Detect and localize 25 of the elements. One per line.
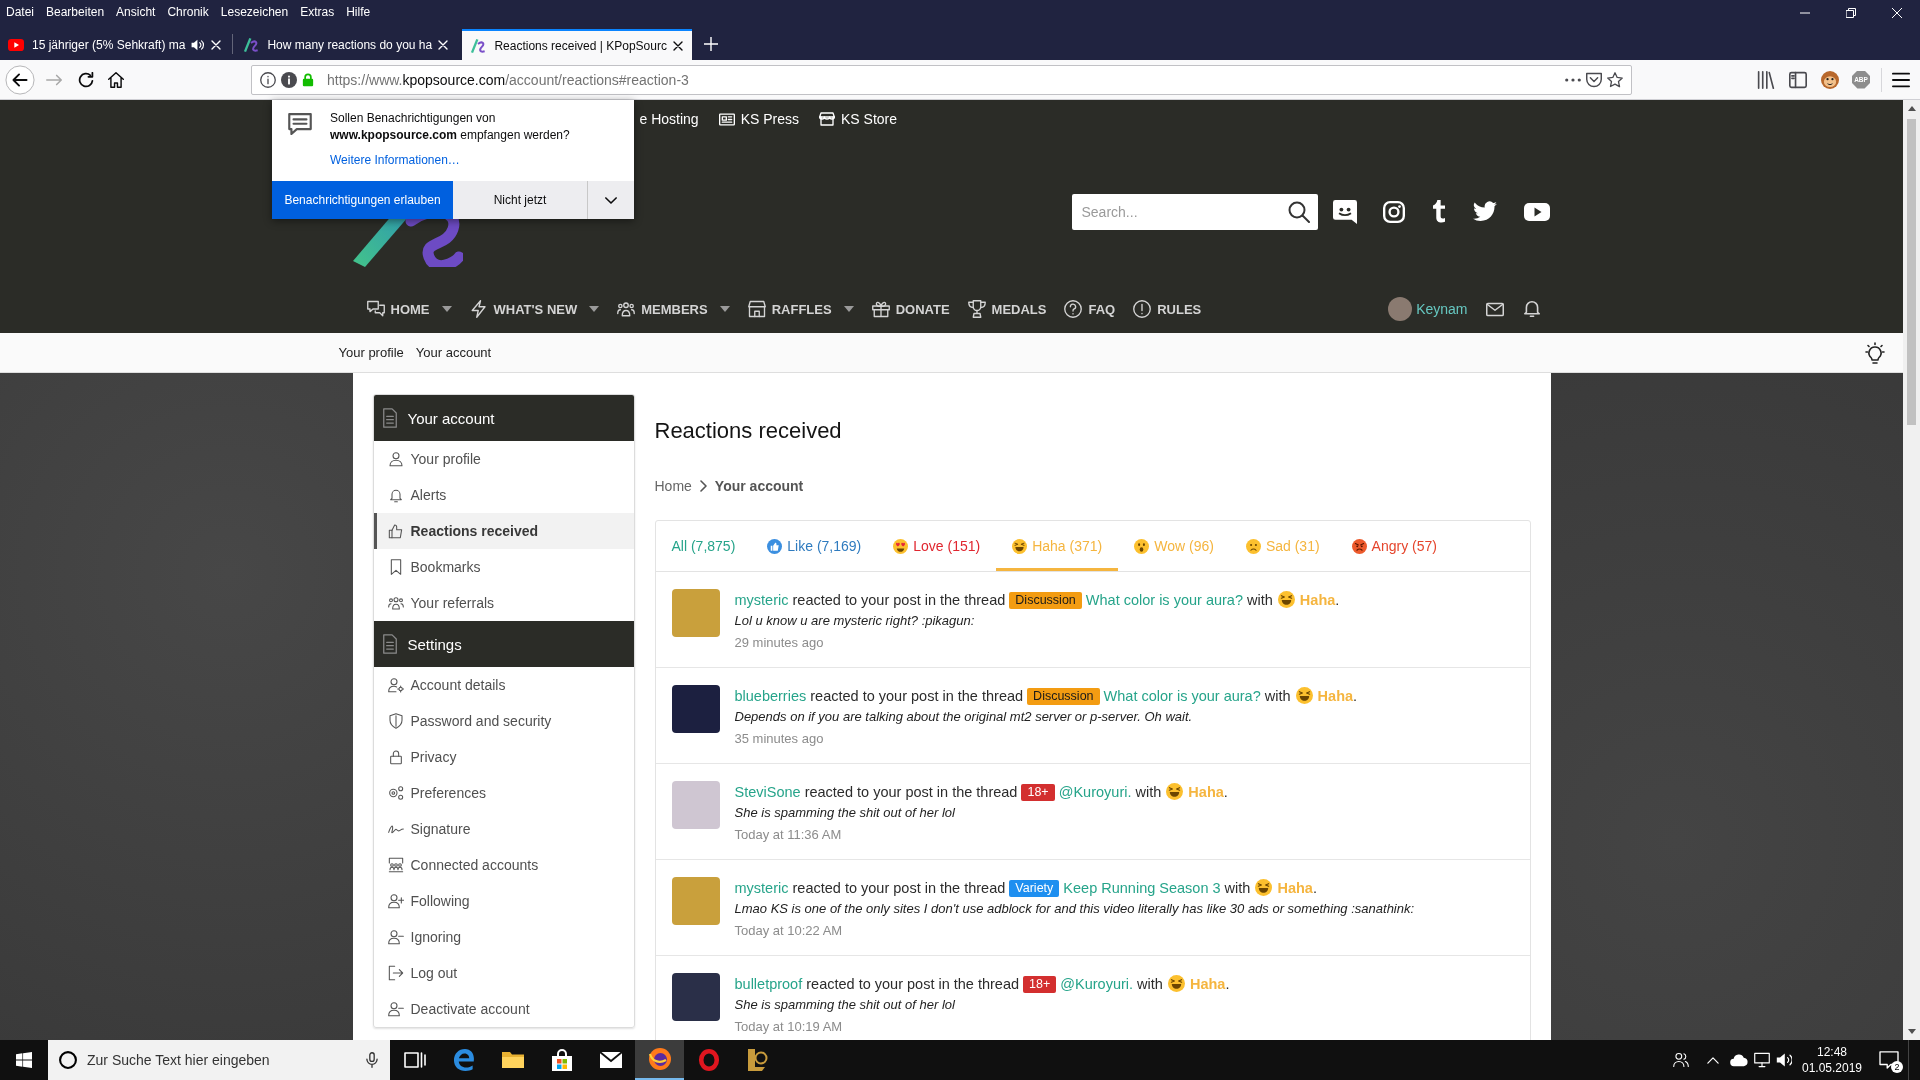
notification-count: 2 bbox=[1891, 1061, 1903, 1073]
thread-prefix: Variety bbox=[1009, 880, 1060, 897]
reaction-text: bulletproof reacted to your post in the thread 18+ @Kuroyuri. with Haha. bbox=[734, 974, 1231, 994]
timestamp: 29 minutes ago bbox=[734, 634, 825, 652]
thread-prefix: Discussion bbox=[1027, 688, 1100, 705]
quote-text: Lmao KS is one of the only sites I don't use adblock for and this video literally has like 30 ads or something :sanathink: bbox=[734, 900, 1416, 918]
reaction-text: mysteric reacted to your post in the thread Variety Keep Running Season 3 with Haha. bbox=[734, 878, 1318, 898]
quote-text: Depends on if you are talking about the original mt2 server or p-server. Oh wait. bbox=[734, 708, 1194, 726]
thread-prefix: 18+ bbox=[1021, 784, 1055, 801]
quote-text: Lol u know u are mysteric right? :pikagun: bbox=[734, 612, 976, 630]
timestamp: Today at 10:22 AM bbox=[734, 922, 844, 940]
reaction-text: SteviSone reacted to your post in the thread 18+ @Kuroyuri. with Haha. bbox=[734, 782, 1229, 802]
popup-message: Sollen Benachrichtigungen von www.kpopsource.com empfangen werden? bbox=[330, 110, 571, 144]
timestamp: Today at 11:36 AM bbox=[734, 826, 843, 844]
thread-prefix: 18+ bbox=[1023, 976, 1057, 993]
thread-prefix: Discussion bbox=[1009, 592, 1082, 609]
timestamp: 35 minutes ago bbox=[734, 730, 825, 748]
reaction-text: mysteric reacted to your post in the thread Discussion What color is your aura? with Haha. bbox=[734, 590, 1341, 610]
section-title: Your account bbox=[407, 409, 495, 427]
quote-text: She is spamming the shit out of her lol bbox=[734, 804, 956, 822]
section-title: Settings bbox=[407, 635, 462, 653]
reaction-text: blueberries reacted to your post in the thread Discussion What color is your aura? with Haha. bbox=[734, 686, 1359, 706]
timestamp: Today at 10:19 AM bbox=[734, 1018, 844, 1036]
quote-text: She is spamming the shit out of her lol bbox=[734, 996, 956, 1014]
page-title: Reactions received bbox=[654, 417, 843, 445]
